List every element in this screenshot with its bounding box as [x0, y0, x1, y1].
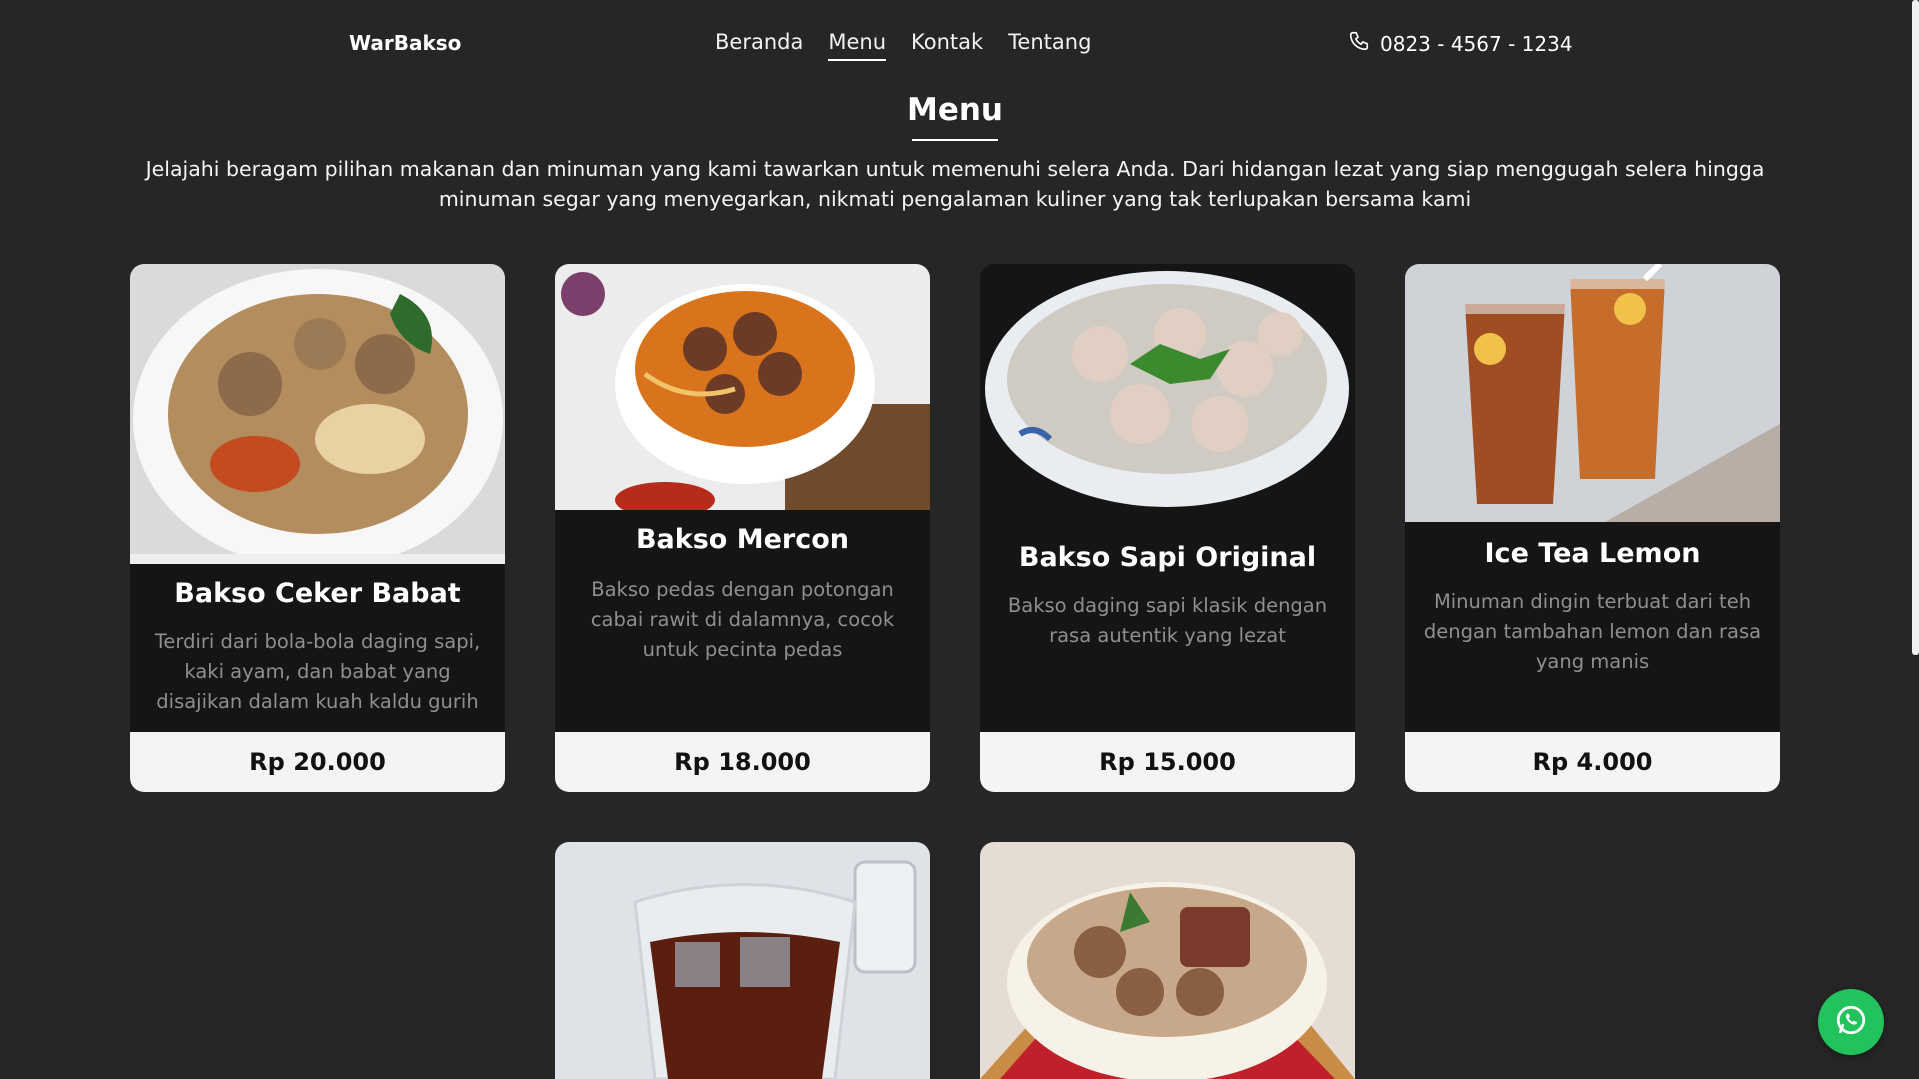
menu-item-desc: Minuman dingin terbuat dari teh dengan t… [1423, 590, 1762, 673]
title-underline [912, 139, 998, 141]
menu-intro: Jelajahi beragam pilihan makanan dan min… [145, 157, 1765, 211]
food-image [130, 264, 505, 564]
menu-item-name: Bakso Ceker Babat [174, 578, 461, 609]
menu-item-price: Rp 18.000 [555, 732, 930, 792]
menu-item-desc: Bakso daging sapi klasik dengan rasa aut… [1007, 594, 1328, 647]
navbar: WarBakso Beranda Menu Kontak Tentang 082… [0, 0, 1919, 88]
scrollbar[interactable] [1912, 0, 1919, 655]
menu-item-price: Rp 4.000 [1405, 732, 1780, 792]
menu-item-price: Rp 20.000 [130, 732, 505, 792]
page-title: Menu [906, 92, 1003, 128]
food-image [980, 264, 1355, 510]
menu-item-name: Ice Tea Lemon [1484, 538, 1701, 569]
menu-item-price: Rp 15.000 [980, 732, 1355, 792]
menu-item-desc: Terdiri dari bola-bola daging sapi, kaki… [154, 630, 481, 713]
menu-card[interactable] [980, 842, 1355, 1079]
nav-menu[interactable]: Menu [828, 30, 887, 61]
menu-card[interactable]: Bakso Ceker Babat Terdiri dari bola-bola… [130, 264, 505, 792]
phone-contact[interactable]: 0823 - 4567 - 1234 [1348, 30, 1573, 57]
brand-logo[interactable]: WarBakso [349, 31, 461, 55]
phone-number: 0823 - 4567 - 1234 [1380, 31, 1573, 56]
whatsapp-icon [1834, 1003, 1868, 1041]
nav-links: Beranda Menu Kontak Tentang [715, 30, 1091, 61]
food-image [555, 264, 930, 510]
nav-kontak[interactable]: Kontak [911, 30, 983, 61]
menu-item-name: Bakso Mercon [635, 524, 850, 555]
nav-beranda[interactable]: Beranda [715, 30, 803, 61]
drink-image [555, 842, 930, 1079]
food-image [980, 842, 1355, 1079]
menu-item-name: Bakso Sapi Original [1018, 542, 1317, 573]
menu-card[interactable]: Bakso Mercon Bakso pedas dengan potongan… [555, 264, 930, 792]
whatsapp-button[interactable] [1818, 989, 1884, 1055]
menu-card[interactable]: Ice Tea Lemon Minuman dingin terbuat dar… [1405, 264, 1780, 792]
phone-icon [1348, 30, 1370, 57]
nav-tentang[interactable]: Tentang [1008, 30, 1091, 61]
menu-card[interactable] [555, 842, 930, 1079]
menu-item-desc: Bakso pedas dengan potongan cabai rawit … [590, 578, 895, 661]
drink-image [1405, 264, 1780, 522]
menu-card[interactable]: Bakso Sapi Original Bakso daging sapi kl… [980, 264, 1355, 792]
